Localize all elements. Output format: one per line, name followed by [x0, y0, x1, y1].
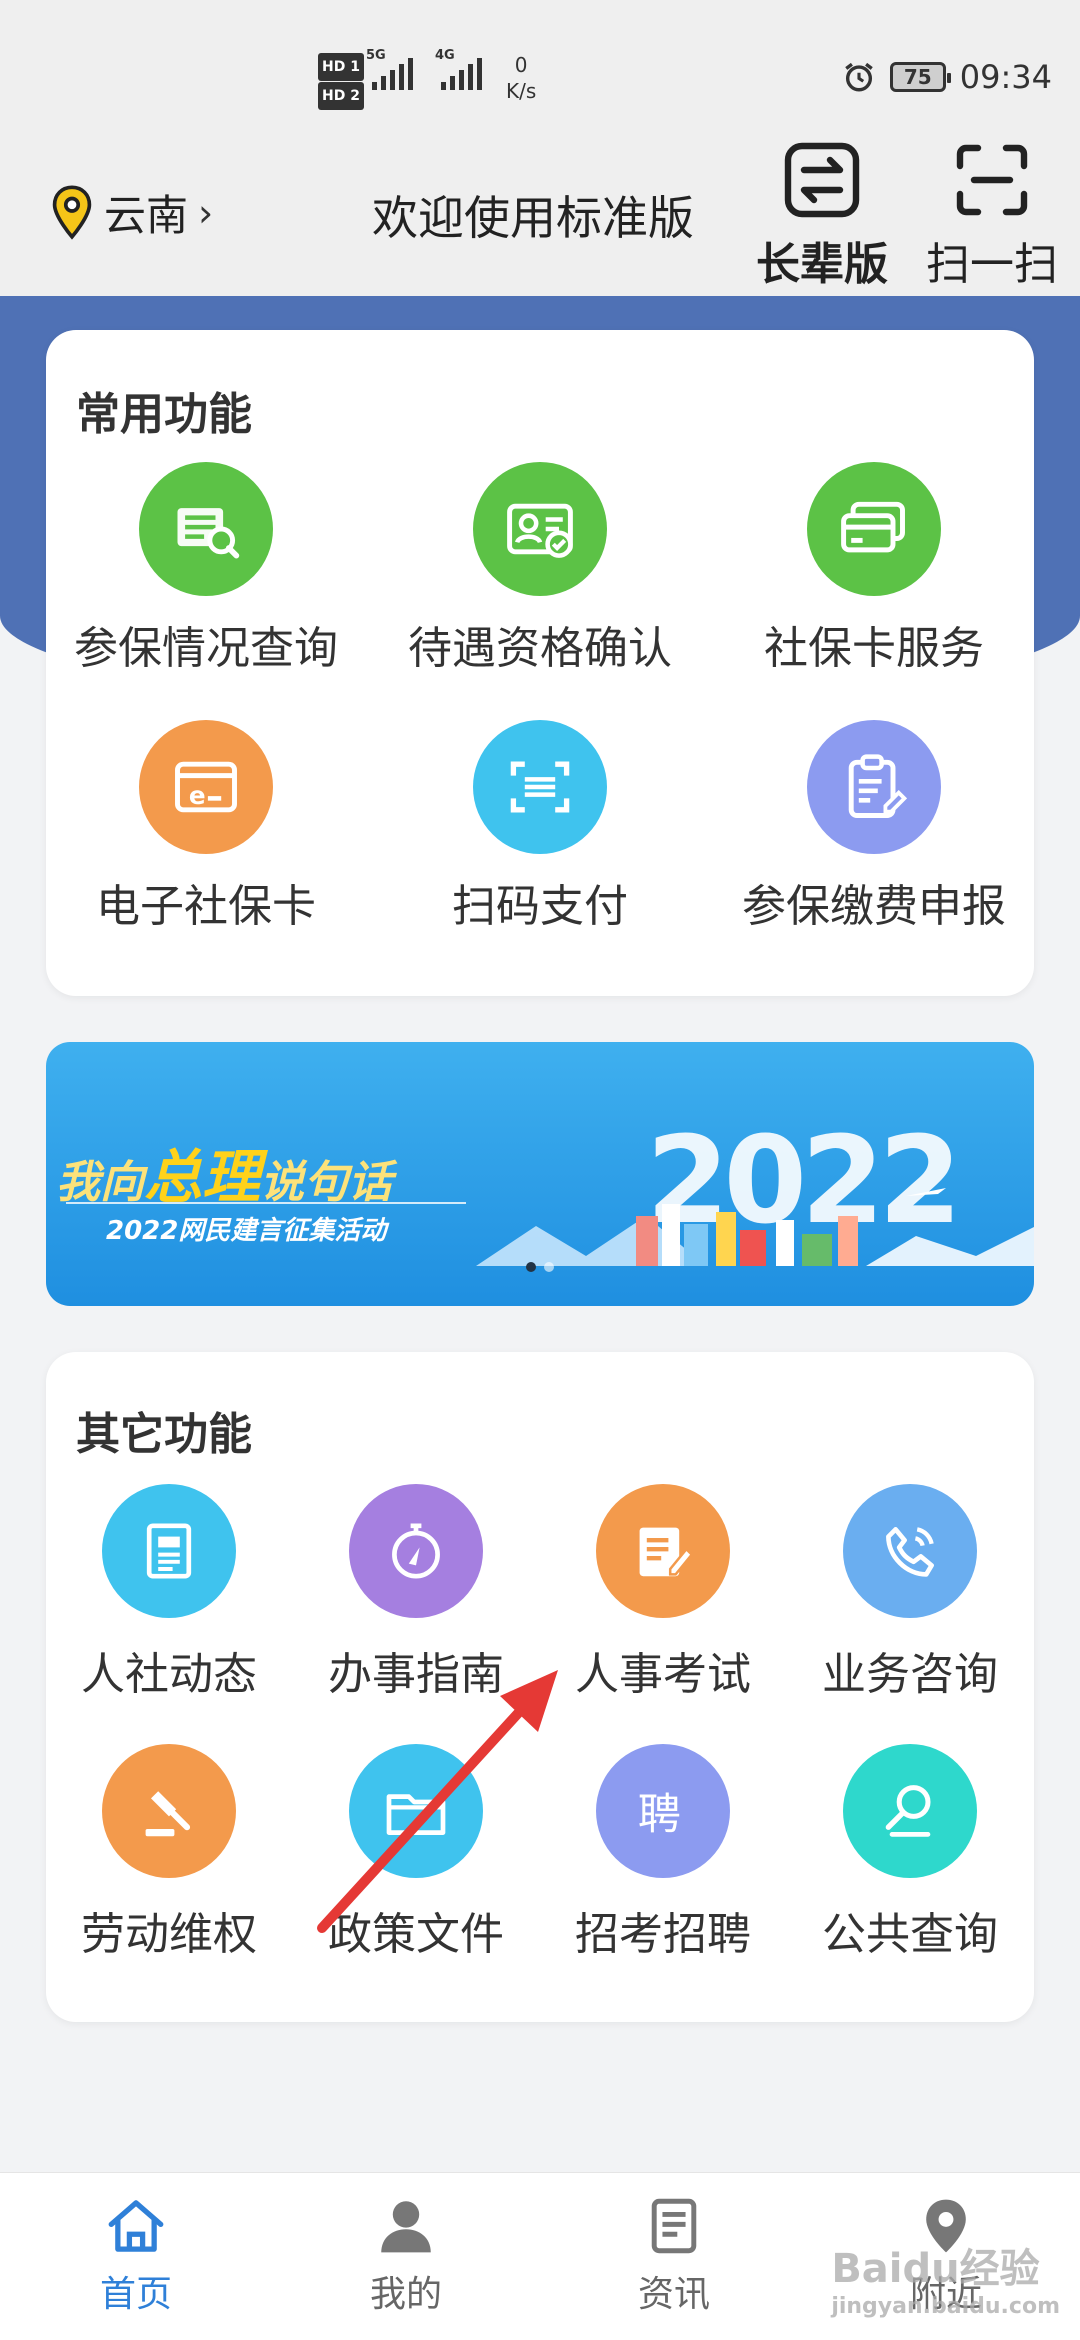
city-skyline-illustration: [476, 1188, 1034, 1266]
status-bar: HD 1 HD 2 5G 4G 0 K/s 75 09:34: [0, 0, 1080, 140]
phone-icon: [843, 1484, 977, 1618]
watermark-sub: jingyan.baidu.com: [831, 2294, 1060, 2319]
other-labor-rights[interactable]: 劳动维权: [46, 1744, 292, 1962]
signal-5g-icon: 5G: [366, 48, 413, 90]
other-label: 政策文件: [328, 1909, 504, 1960]
other-functions-title: 其它功能: [76, 1409, 252, 1460]
user-icon: [381, 2201, 431, 2253]
feature-label: 参保缴费申报: [742, 881, 1006, 932]
search-icon: [843, 1744, 977, 1878]
network-speed: 0 K/s: [506, 52, 536, 104]
other-label: 公共查询: [822, 1909, 998, 1960]
other-label: 人社动态: [81, 1649, 257, 1700]
e-card-icon: e: [139, 720, 273, 854]
banner-text-b: 总理: [144, 1143, 261, 1211]
feature-label: 参保情况查询: [74, 623, 338, 674]
document-search-icon: [139, 462, 273, 596]
tab-news[interactable]: 资讯: [584, 2193, 764, 2317]
watermark-text: Baidu经验: [831, 2246, 1040, 2292]
app-header: 云南 › 欢迎使用标准版 长辈版 扫一扫: [0, 140, 1080, 300]
other-guide[interactable]: 办事指南: [293, 1484, 539, 1702]
baidu-watermark: Baidu经验 jingyan.baidu.com: [831, 2236, 1060, 2319]
chevron-right-icon: ›: [198, 190, 214, 235]
other-hr-news[interactable]: 人社动态: [46, 1484, 292, 1702]
svg-text:聘: 聘: [638, 1790, 681, 1840]
feature-label: 电子社保卡: [96, 881, 316, 932]
sim-indicators: HD 1 HD 2: [318, 52, 364, 110]
id-card-check-icon: [473, 462, 607, 596]
carousel-indicator: [526, 1262, 554, 1272]
sim2-badge: HD 2: [318, 82, 364, 110]
feature-insurance-query[interactable]: 参保情况查询: [46, 462, 366, 676]
feature-eligibility-confirm[interactable]: 待遇资格确认: [380, 462, 700, 676]
clock: 09:34: [959, 58, 1052, 96]
switch-arrows-icon: [784, 142, 860, 218]
alarm-icon: [845, 62, 873, 92]
feature-e-card[interactable]: e 电子社保卡: [46, 720, 366, 934]
scan-label: 扫一扫: [926, 239, 1058, 290]
other-functions-card: 其它功能 人社动态 办事指南 人事考试 业务咨询 劳动维权 政策文件 聘 招考招…: [46, 1352, 1034, 2022]
common-functions-title: 常用功能: [76, 389, 252, 440]
hire-icon: 聘: [596, 1744, 730, 1878]
tab-label: 我的: [369, 2274, 442, 2315]
signal-4g-icon: 4G: [435, 48, 482, 90]
svg-text:e: e: [189, 781, 206, 810]
tab-label: 首页: [99, 2274, 172, 2315]
scan-pay-icon: [473, 720, 607, 854]
card-stack-icon: [807, 462, 941, 596]
feature-card-service[interactable]: 社保卡服务: [714, 462, 1034, 676]
speed-value: 0: [514, 53, 528, 77]
news-icon: [102, 1484, 236, 1618]
banner-subtitle: 2022网民建言征集活动: [106, 1216, 387, 1246]
welcome-title: 欢迎使用标准版: [372, 191, 694, 245]
feature-label: 待遇资格确认: [408, 623, 672, 674]
feature-label: 社保卡服务: [764, 623, 984, 674]
location-selector[interactable]: 云南 ›: [50, 182, 213, 243]
other-personnel-exam[interactable]: 人事考试: [540, 1484, 786, 1702]
banner-divider: [66, 1202, 466, 1204]
feature-payment-declare[interactable]: 参保缴费申报: [714, 720, 1034, 934]
elder-mode-button[interactable]: 长辈版: [756, 140, 888, 292]
location-pin-icon: [52, 184, 92, 240]
scan-icon: [956, 144, 1028, 216]
common-functions-card: 常用功能 参保情况查询 待遇资格确认 社保卡服务 e 电子社保卡 扫码支付 参保: [46, 330, 1034, 996]
clipboard-edit-icon: [807, 720, 941, 854]
banner-text-c: 说句话: [260, 1157, 393, 1208]
tab-home[interactable]: 首页: [46, 2193, 226, 2317]
folder-icon: [349, 1744, 483, 1878]
status-right: 75 09:34: [842, 58, 1052, 96]
other-label: 人事考试: [575, 1649, 751, 1700]
speed-unit: K/s: [506, 79, 537, 103]
other-label: 招考招聘: [575, 1909, 751, 1960]
banner-text-a: 我向: [56, 1157, 144, 1208]
other-label: 劳动维权: [81, 1909, 257, 1960]
other-label: 办事指南: [328, 1649, 504, 1700]
tab-mine[interactable]: 我的: [316, 2193, 496, 2317]
home-icon: [108, 2200, 164, 2252]
net1-label: 5G: [366, 48, 386, 63]
exam-edit-icon: [596, 1484, 730, 1618]
other-public-query[interactable]: 公共查询: [787, 1744, 1033, 1962]
other-label: 业务咨询: [822, 1649, 998, 1700]
compass-icon: [349, 1484, 483, 1618]
sim1-badge: HD 1: [318, 53, 364, 81]
scan-button[interactable]: 扫一扫: [926, 140, 1058, 292]
feature-label: 扫码支付: [452, 881, 628, 932]
tab-label: 资讯: [637, 2274, 710, 2315]
signal-indicators: 5G 4G: [366, 48, 482, 90]
location-label: 云南: [104, 191, 189, 240]
other-recruitment[interactable]: 聘 招考招聘: [540, 1744, 786, 1962]
other-consulting[interactable]: 业务咨询: [787, 1484, 1033, 1702]
promo-banner[interactable]: 我向总理说句话 2022网民建言征集活动 2022: [46, 1042, 1034, 1306]
gavel-icon: [102, 1744, 236, 1878]
battery-icon: 75: [889, 62, 951, 92]
elder-mode-label: 长辈版: [756, 239, 888, 290]
other-policy-docs[interactable]: 政策文件: [293, 1744, 539, 1962]
net2-label: 4G: [435, 48, 455, 63]
feature-scan-pay[interactable]: 扫码支付: [380, 720, 700, 934]
news-doc-icon: [651, 2198, 697, 2254]
